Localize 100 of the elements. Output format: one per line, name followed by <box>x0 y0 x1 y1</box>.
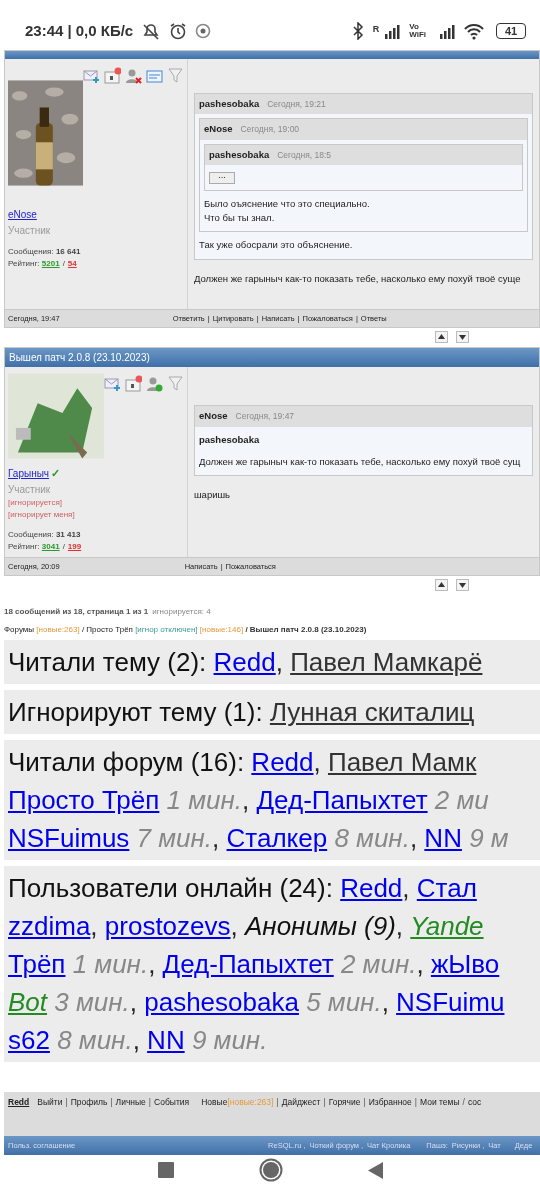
bot-link[interactable]: Yande <box>410 911 484 941</box>
ignored-count: игнорируется: 4 <box>152 607 211 616</box>
post-title: Вышел патч 2.0.8 (23.10.2023) <box>9 352 150 364</box>
user-link[interactable]: Redd <box>213 647 276 677</box>
user-link[interactable]: NSFuimus <box>8 823 130 853</box>
quote-time: Сегодня, 19:47 <box>235 411 295 422</box>
user-link[interactable]: Павел Мамкарё <box>290 647 483 677</box>
separator: , <box>275 647 284 677</box>
time-ago: 8 мин. <box>333 823 410 853</box>
quote-author: pashesobaka <box>209 148 270 160</box>
username-link[interactable]: Гарыныч <box>8 468 50 480</box>
username-link[interactable]: eNose <box>8 209 37 220</box>
user-link[interactable]: Трёп <box>8 949 66 979</box>
separator: | <box>363 1097 366 1107</box>
user-link[interactable]: pashesobaka <box>144 987 299 1017</box>
section-label: Игнорируют тему (1): <box>8 697 264 727</box>
user-link[interactable]: Лунная скиталиц <box>269 697 475 727</box>
rating-minus[interactable]: 54 <box>67 258 77 268</box>
separator: , <box>381 987 390 1017</box>
stat-label: Рейтинг: <box>8 541 41 551</box>
nav-link-text[interactable]: Избранное <box>368 1097 412 1107</box>
user-link[interactable]: Просто Трёп <box>8 785 160 815</box>
stat-label: Сообщения: <box>8 529 55 539</box>
nav-link-text[interactable]: Профиль <box>70 1097 108 1107</box>
user-link[interactable]: Дед-Папыхтет <box>256 785 428 815</box>
time-ago: 7 мин. <box>135 823 213 853</box>
user-remove-icon[interactable] <box>125 67 142 84</box>
ignore-status: [игнорируется] <box>8 496 63 509</box>
rating-minus[interactable]: 199 <box>67 541 82 551</box>
separator: / <box>81 625 85 634</box>
separator: , <box>416 949 425 979</box>
user-role: Участник <box>8 482 52 497</box>
vowifi-label: WiFi <box>409 31 426 39</box>
bot-link[interactable]: Bot <box>8 987 48 1017</box>
separator: | <box>323 1097 326 1107</box>
time-ago: 2 ми <box>433 785 489 815</box>
mail-plus-icon[interactable] <box>83 67 100 84</box>
quote-time: Сегодня, 19:00 <box>240 124 300 135</box>
separator: , <box>132 1025 141 1055</box>
expand-button[interactable]: ··· <box>209 171 235 184</box>
back-icon[interactable] <box>367 1161 383 1179</box>
separator: , <box>230 911 239 941</box>
separator: , <box>402 873 411 903</box>
square-icon[interactable] <box>157 1162 174 1178</box>
user-link[interactable]: prostozevs <box>104 911 231 941</box>
time-ago: 5 мин. <box>305 987 382 1017</box>
mail-plus-icon[interactable] <box>104 375 121 393</box>
separator: , <box>148 949 157 979</box>
user-link[interactable]: Сталкер <box>226 823 328 853</box>
nav-link-text[interactable]: Горячие <box>328 1097 361 1107</box>
nav-link-text[interactable]: Новые <box>201 1097 228 1107</box>
separator: , <box>313 747 322 777</box>
quote-author: eNose <box>204 123 233 135</box>
username-link[interactable]: Redd <box>8 1097 30 1107</box>
nav-link-text[interactable]: Выйти <box>37 1097 63 1107</box>
time-ago: 8 мин. <box>56 1025 133 1055</box>
user-link[interactable]: Redd <box>251 747 314 777</box>
user-link[interactable]: жЫво <box>430 949 500 979</box>
bluetooth-icon <box>350 22 365 40</box>
nav-link-text[interactable]: Мои темы <box>420 1097 460 1107</box>
card-badge-icon[interactable] <box>125 375 142 393</box>
nav-link-text[interactable]: сос <box>467 1097 482 1107</box>
quote-author: pashesobaka <box>199 98 260 109</box>
time-ago: 1 мин. <box>165 785 243 815</box>
quote-author: eNose <box>199 410 228 422</box>
separator: | <box>414 1097 418 1107</box>
breadcrumb-link[interactable]: Форумы <box>4 625 35 634</box>
time-ago: 9 мин. <box>190 1025 268 1055</box>
stat-label: Рейтинг: <box>8 258 41 268</box>
time-ago: 2 мин. <box>339 949 417 979</box>
separator: | <box>276 1097 279 1107</box>
separator: , <box>395 911 405 941</box>
user-link[interactable]: Дед-Папыхтет <box>162 949 334 979</box>
user-link[interactable]: s62 <box>8 1025 50 1055</box>
time-ago: 3 мин. <box>53 987 130 1017</box>
separator: , <box>212 823 221 853</box>
separator: | <box>110 1097 113 1107</box>
card-badge-icon[interactable] <box>104 67 121 84</box>
message-count: 18 сообщений из 18, страница 1 из 1 <box>4 607 149 616</box>
time-ago: 9 м <box>468 823 509 853</box>
nav-link-text[interactable]: События <box>154 1097 190 1107</box>
separator: , <box>409 823 419 853</box>
breadcrumb-link[interactable]: Просто Трёп <box>86 625 133 634</box>
circle-icon <box>195 23 212 39</box>
wifi-icon <box>464 22 484 40</box>
post-text: шаришь <box>194 488 232 502</box>
user-link[interactable]: NSFuimu <box>396 987 505 1017</box>
user-role: Участник <box>8 223 52 238</box>
nav-link-text[interactable]: Личные <box>115 1097 146 1107</box>
user-link[interactable]: Redd <box>340 873 403 903</box>
nav-link-text[interactable]: Дайджест <box>281 1097 321 1107</box>
user-link[interactable]: Павел Мамк <box>327 747 477 777</box>
user-link[interactable]: NN <box>147 1025 185 1055</box>
user-link[interactable]: Стал <box>416 873 477 903</box>
home-icon[interactable] <box>258 1158 283 1182</box>
section-label: Пользователи онлайн (24): <box>8 873 334 903</box>
vowifi-label: Vo <box>409 23 420 31</box>
section-label: Читали форум (16): <box>8 747 246 777</box>
user-link[interactable]: NN <box>424 823 462 853</box>
separator: , <box>129 987 138 1017</box>
